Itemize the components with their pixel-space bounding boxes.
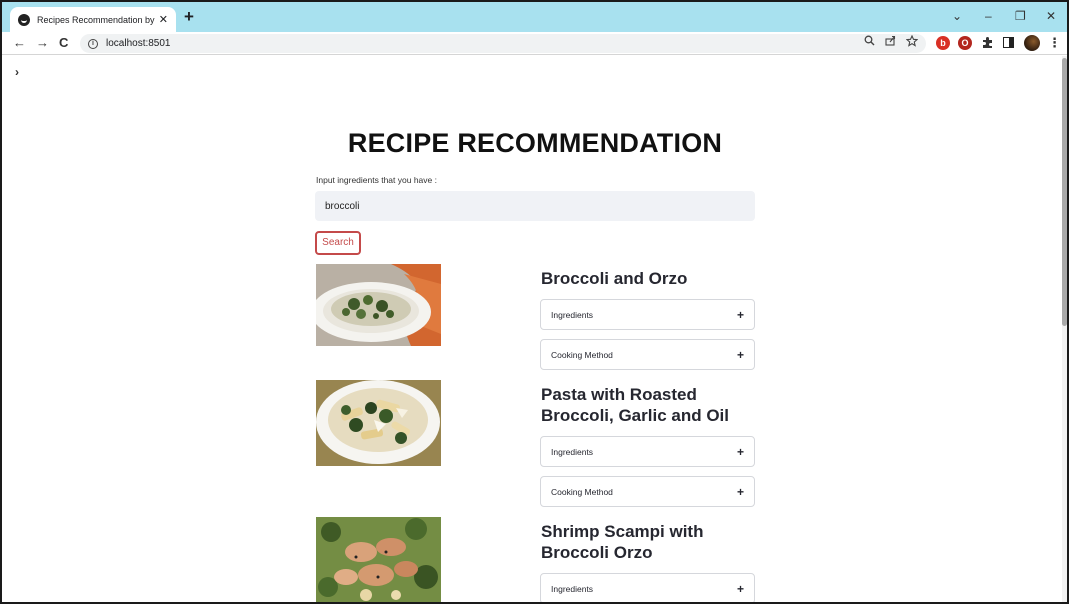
extension-1-icon[interactable]: b (936, 36, 950, 50)
side-panel-icon[interactable] (1003, 37, 1014, 48)
ingredients-expander[interactable]: Ingredients + (540, 573, 755, 602)
recipe-title: Shrimp Scampi with Broccoli Orzo (541, 522, 704, 562)
recipe-image-pasta-broccoli (316, 380, 441, 466)
scrollbar-thumb[interactable] (1062, 58, 1067, 326)
extension-2-icon[interactable]: O (958, 36, 972, 50)
plus-icon: + (736, 581, 744, 596)
share-icon[interactable] (885, 35, 896, 50)
tab-title: Recipes Recommendation by Epi (37, 14, 155, 25)
expander-label: Ingredients (551, 309, 594, 320)
plus-icon: + (736, 444, 744, 459)
back-button[interactable]: ← (13, 34, 26, 52)
reload-button[interactable]: C (59, 34, 68, 52)
puzzle-icon[interactable] (981, 36, 994, 54)
expander-label: Cooking Method (551, 486, 613, 497)
expander-label: Ingredients (551, 446, 594, 457)
profile-avatar[interactable] (1024, 35, 1040, 51)
close-window-button[interactable]: ✕ (1046, 8, 1056, 24)
title-bar: Recipes Recommendation by Epi ✕ + ⌄ – ❐ … (2, 2, 1067, 32)
plus-icon: + (736, 307, 744, 322)
new-tab-button[interactable]: + (184, 8, 194, 26)
ingredients-input[interactable] (315, 191, 755, 221)
recipe-title: Pasta with Roasted Broccoli, Garlic and … (541, 385, 729, 425)
tab-search-dropdown-icon[interactable]: ⌄ (952, 8, 962, 24)
recipe-image-broccoli-orzo (316, 264, 441, 346)
page-scrollbar[interactable] (1062, 56, 1067, 602)
browser-tab[interactable]: Recipes Recommendation by Epi ✕ (10, 7, 176, 32)
ingredients-expander[interactable]: Ingredients + (540, 299, 755, 330)
restore-button[interactable]: ❐ (1015, 8, 1026, 24)
sidebar-expand-icon[interactable]: › (15, 65, 19, 79)
ingredients-input-label: Input ingredients that you have : (316, 175, 437, 185)
browser-toolbar: ← → C i localhost:8501 b O ⋮ (2, 32, 1067, 55)
forward-button[interactable]: → (36, 34, 49, 52)
address-bar[interactable]: i localhost:8501 (80, 34, 926, 53)
plus-icon: + (736, 484, 744, 499)
site-info-icon[interactable]: i (88, 38, 98, 49)
streamlit-favicon-icon (18, 13, 30, 26)
expander-label: Ingredients (551, 583, 594, 594)
recipe-image-shrimp-scampi (316, 517, 441, 602)
minimize-button[interactable]: – (985, 8, 992, 24)
browser-window: Recipes Recommendation by Epi ✕ + ⌄ – ❐ … (0, 0, 1069, 604)
cooking-method-expander[interactable]: Cooking Method + (540, 339, 755, 370)
tab-close-icon[interactable]: ✕ (159, 13, 168, 26)
browser-menu-icon[interactable]: ⋮ (1048, 35, 1061, 51)
zoom-icon[interactable] (864, 35, 875, 50)
cooking-method-expander[interactable]: Cooking Method + (540, 476, 755, 507)
ingredients-expander[interactable]: Ingredients + (540, 436, 755, 467)
plus-icon: + (736, 347, 744, 362)
expander-label: Cooking Method (551, 349, 613, 360)
recipe-title: Broccoli and Orzo (541, 269, 688, 288)
bookmark-star-icon[interactable] (905, 34, 919, 50)
search-button[interactable]: Search (315, 231, 361, 255)
page-title: RECIPE RECOMMENDATION (347, 128, 723, 158)
url-text[interactable]: localhost:8501 (106, 38, 171, 49)
